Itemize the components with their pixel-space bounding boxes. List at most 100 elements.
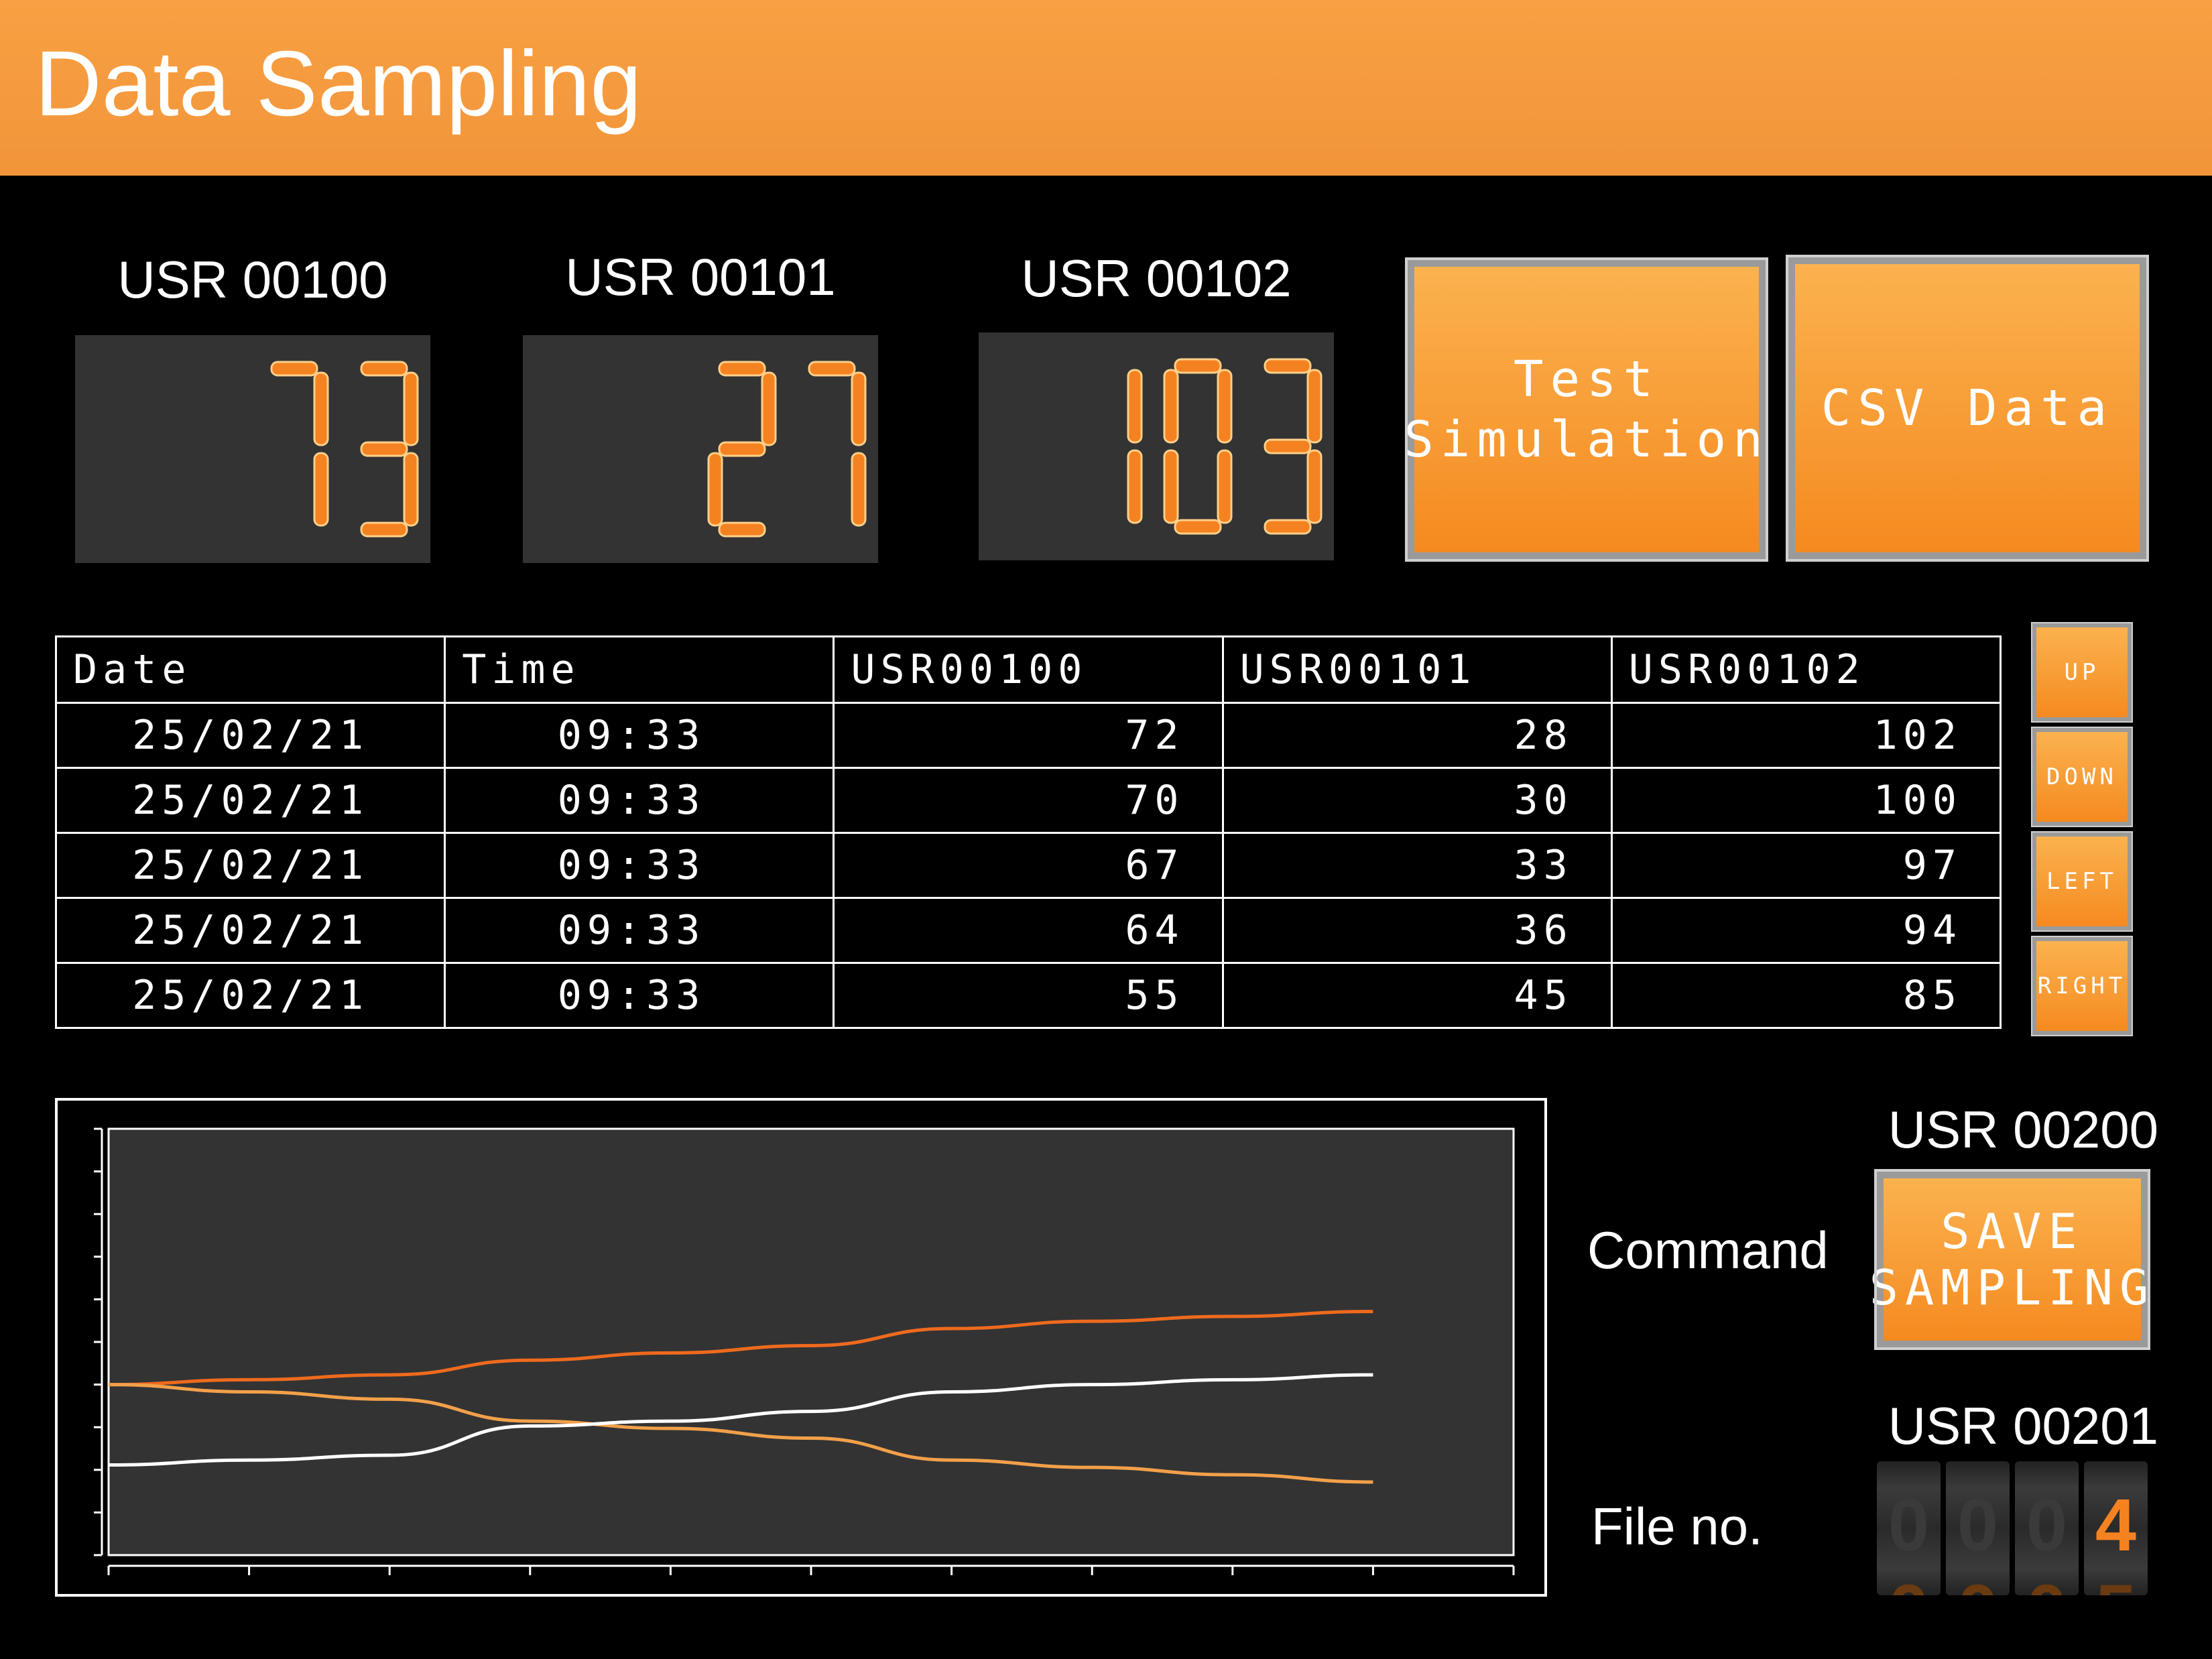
table-row[interactable]: 25/02/21 09:33 55 45 85 <box>54 962 2002 1029</box>
segment <box>1163 369 1179 444</box>
table-row[interactable]: 25/02/21 09:33 70 30 100 <box>54 767 2002 834</box>
cell-usr00101: 36 <box>1221 897 1613 964</box>
left-button[interactable]: LEFT <box>2031 831 2133 932</box>
cell-usr00100: 70 <box>833 767 1224 834</box>
cell-usr00102: 85 <box>1610 962 2002 1029</box>
segment <box>1306 449 1323 524</box>
counter-digit-value: 4 <box>2095 1484 2137 1566</box>
segment <box>1217 369 1233 444</box>
sampling-table: Date Time USR00100 USR00101 USR00102 25/… <box>54 635 2002 1029</box>
table-header-row: Date Time USR00100 USR00101 USR00102 <box>54 635 2002 704</box>
register-label-usr00201: USR 00201 <box>1888 1396 2158 1455</box>
segment <box>403 452 419 527</box>
cell-time: 09:33 <box>444 962 835 1029</box>
cell-date: 25/02/21 <box>54 702 446 769</box>
segment <box>1264 519 1312 535</box>
register-label-usr00101: USR 00101 <box>565 247 836 306</box>
segment <box>313 371 329 446</box>
counter-digit-value: 0 <box>1888 1484 1930 1566</box>
counter-digit-value: 0 <box>2026 1484 2068 1566</box>
counter-next-digit: 0 <box>2015 1571 2079 1596</box>
file-number-counter[interactable]: 00 00 00 45 <box>1877 1461 2148 1595</box>
cell-usr00102: 100 <box>1610 767 2002 834</box>
segment <box>360 361 408 377</box>
segment <box>1127 369 1143 444</box>
cell-usr00101: 30 <box>1221 767 1613 834</box>
down-button[interactable]: DOWN <box>2031 727 2133 827</box>
seven-segment-digit <box>270 361 329 527</box>
segment <box>1163 449 1179 524</box>
segment <box>707 452 723 527</box>
cell-time: 09:33 <box>444 702 835 769</box>
column-header-usr00100: USR00100 <box>833 635 1224 704</box>
counter-next-digit: 5 <box>2084 1571 2148 1596</box>
page-title: Data Sampling <box>35 32 642 135</box>
seven-segment-digit <box>1127 369 1143 524</box>
register-label-usr00102: USR 00102 <box>1021 249 1292 308</box>
cell-usr00100: 64 <box>833 897 1224 964</box>
csv-data-button[interactable]: CSV Data <box>1786 255 2149 562</box>
numeric-display-usr00100 <box>75 335 430 563</box>
cell-date: 25/02/21 <box>54 962 446 1029</box>
column-header-date: Date <box>54 635 446 704</box>
seven-segment-digit <box>1163 358 1233 535</box>
right-button[interactable]: RIGHT <box>2031 936 2133 1036</box>
segment <box>718 361 766 377</box>
seven-segment-digit <box>707 361 777 538</box>
segment <box>1306 369 1323 444</box>
title-bar: Data Sampling <box>0 0 2212 176</box>
segment <box>761 371 777 446</box>
segment <box>718 521 766 538</box>
seven-segment-digit <box>360 361 419 538</box>
segment <box>1174 358 1222 374</box>
cell-usr00102: 97 <box>1610 832 2002 899</box>
trend-chart <box>55 1098 1547 1597</box>
segment <box>1127 449 1143 524</box>
segment <box>808 361 856 377</box>
segment <box>403 371 419 446</box>
register-label-usr00200: USR 00200 <box>1888 1100 2158 1159</box>
counter-digit-value: 0 <box>1957 1484 1999 1566</box>
seven-segment-digits <box>270 361 419 538</box>
segment <box>1174 519 1222 535</box>
segment <box>851 371 867 446</box>
segment <box>851 452 867 527</box>
segment <box>1217 449 1233 524</box>
counter-digit[interactable]: 00 <box>1877 1461 1941 1595</box>
cell-time: 09:33 <box>444 832 835 899</box>
plot-area <box>107 1127 1515 1556</box>
trend-chart-plot <box>94 1127 1515 1575</box>
seven-segment-digit <box>808 361 867 527</box>
cell-usr00102: 102 <box>1610 702 2002 769</box>
save-sampling-button[interactable]: SAVE SAMPLING <box>1869 1169 2150 1350</box>
test-simulation-button[interactable]: Test Simulation <box>1404 257 1768 562</box>
cell-usr00101: 33 <box>1221 832 1613 899</box>
counter-next-digit: 0 <box>1877 1571 1941 1596</box>
command-label: Command <box>1587 1221 1829 1280</box>
file-number-label: File no. <box>1591 1497 1763 1556</box>
up-button[interactable]: UP <box>2031 622 2133 723</box>
cell-usr00100: 72 <box>833 702 1224 769</box>
numeric-display-usr00101 <box>523 335 878 563</box>
cell-usr00101: 45 <box>1221 962 1613 1029</box>
segment <box>360 521 408 538</box>
cell-time: 09:33 <box>444 767 835 834</box>
cell-usr00100: 67 <box>833 832 1224 899</box>
seven-segment-digit <box>1264 358 1323 535</box>
column-header-usr00102: USR00102 <box>1610 635 2002 704</box>
column-header-usr00101: USR00101 <box>1221 635 1613 704</box>
cell-usr00102: 94 <box>1610 897 2002 964</box>
counter-digit[interactable]: 45 <box>2084 1461 2148 1595</box>
segment <box>313 452 329 527</box>
table-row[interactable]: 25/02/21 09:33 67 33 97 <box>54 832 2002 899</box>
counter-digit[interactable]: 00 <box>2015 1461 2079 1595</box>
table-row[interactable]: 25/02/21 09:33 72 28 102 <box>54 702 2002 769</box>
cell-date: 25/02/21 <box>54 832 446 899</box>
counter-digit[interactable]: 00 <box>1946 1461 2010 1595</box>
cell-usr00100: 55 <box>833 962 1224 1029</box>
register-label-usr00100: USR 00100 <box>117 250 388 309</box>
cell-date: 25/02/21 <box>54 897 446 964</box>
segment <box>1264 438 1312 454</box>
counter-next-digit: 0 <box>1946 1571 2010 1596</box>
table-row[interactable]: 25/02/21 09:33 64 36 94 <box>54 897 2002 964</box>
